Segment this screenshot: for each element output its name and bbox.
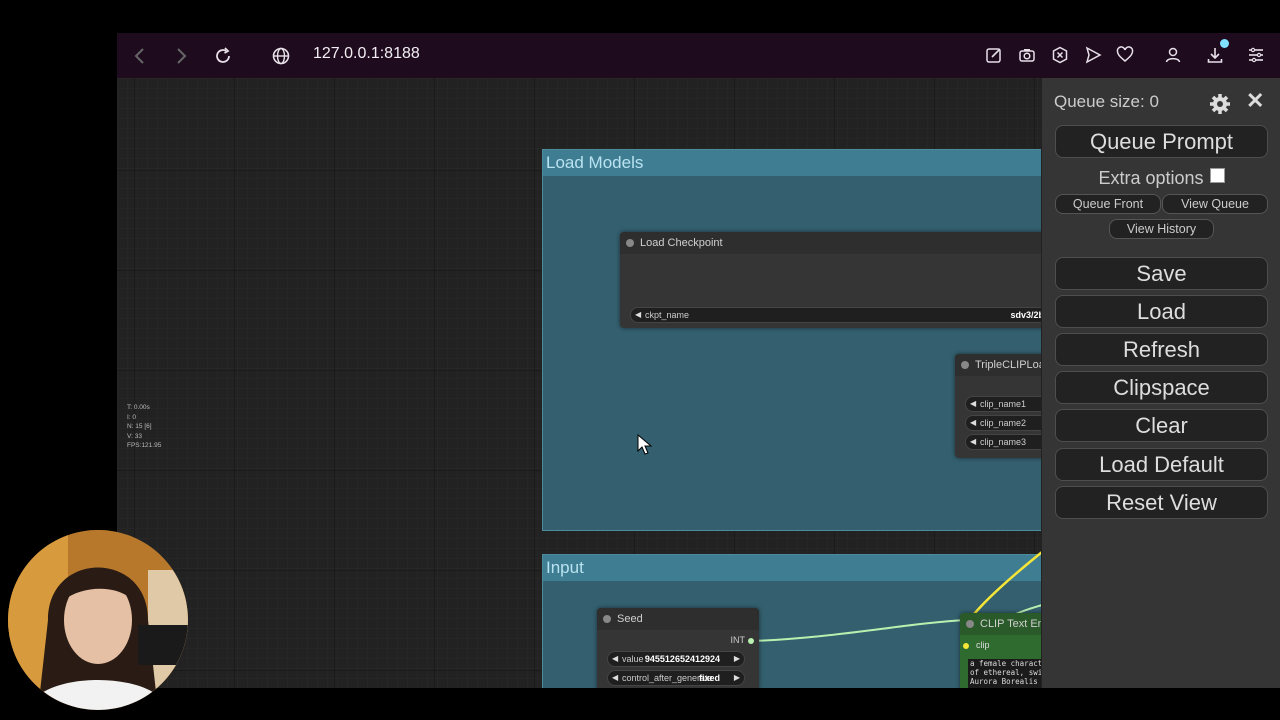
menu-icon[interactable] [1245,44,1267,66]
seed-value-widget[interactable]: ◀ value 945512652412924 ▶ [607,651,745,667]
mouse-cursor-icon [637,434,653,455]
stat-line: FPS:121.95 [127,442,162,449]
webcam-overlay [8,530,188,710]
reset-view-button[interactable]: Reset View [1055,486,1268,519]
node-seed[interactable]: Seed INT ◀ value 945512652412924 ▶ ◀ con… [597,608,759,688]
canvas-stats: T: 0.00s I: 0 N: 15 [6] V: 33 FPS:121.95 [127,403,161,451]
download-badge [1220,39,1229,48]
output-label: INT [730,635,746,645]
node-title[interactable]: CLIP Text En [960,613,1050,635]
comfy-menu: Queue size: 0 ✕ Queue Prompt Extra optio… [1041,78,1280,688]
collapse-dot[interactable] [966,620,974,628]
block-icon[interactable] [1049,44,1071,66]
address-bar[interactable]: 127.0.0.1:8188 [313,45,420,63]
increment-arrow-icon[interactable]: ▶ [734,652,740,666]
decrement-arrow-icon[interactable]: ◀ [970,397,976,411]
extra-options-checkbox[interactable] [1209,168,1225,183]
collapse-dot[interactable] [603,615,611,623]
prompt-textarea[interactable]: a female characte of ethereal, swir Auro… [968,659,1052,688]
node-title-text: Seed [617,613,643,625]
view-history-button[interactable]: View History [1109,219,1214,239]
stat-line: T: 0.00s [127,404,150,411]
widget-label: clip_name1 [980,399,1027,409]
browser-toolbar: 127.0.0.1:8188 [117,33,1280,78]
load-button[interactable]: Load [1055,295,1268,328]
extra-options-label: Extra options [1098,168,1204,188]
gear-icon[interactable] [1208,92,1232,116]
extra-options-row: Extra options [1042,168,1280,189]
view-queue-button[interactable]: View Queue [1162,194,1268,214]
collapse-dot[interactable] [626,239,634,247]
camera-icon[interactable] [1016,44,1038,66]
decrement-arrow-icon[interactable]: ◀ [612,652,618,666]
heart-icon[interactable] [1114,44,1136,66]
queue-size-label: Queue size: 0 [1054,92,1159,111]
load-default-button[interactable]: Load Default [1055,448,1268,481]
stat-line: I: 0 [127,413,137,421]
group-title[interactable]: Input [543,555,1061,581]
node-clip-text-encode[interactable]: CLIP Text En clip a female characte of e… [960,613,1052,688]
save-button[interactable]: Save [1055,257,1268,290]
decrement-arrow-icon[interactable]: ◀ [635,308,641,322]
decrement-arrow-icon[interactable]: ◀ [970,435,976,449]
globe-icon [268,43,294,69]
queue-prompt-button[interactable]: Queue Prompt [1055,125,1268,158]
decrement-arrow-icon[interactable]: ◀ [970,416,976,430]
reload-icon[interactable] [210,43,236,69]
group-load-models[interactable]: Load Models [542,149,1062,531]
widget-value: 945512652412924 [644,654,720,664]
widget-label: clip_name3 [980,437,1027,447]
node-title-text: TripleCLIPLoa [975,359,1045,371]
widget-label: ckpt_name [645,310,690,320]
back-icon[interactable] [127,43,153,69]
edit-icon[interactable] [983,44,1005,66]
profile-icon[interactable] [1162,44,1184,66]
send-icon[interactable] [1082,44,1104,66]
group-title[interactable]: Load Models [543,150,1061,176]
node-title-text: CLIP Text En [980,618,1044,630]
bottom-letterbox [0,688,1280,720]
presenter-video-image [8,530,188,710]
node-title-text: Load Checkpoint [640,237,723,249]
stat-line: N: 15 [6] [127,423,152,430]
node-title[interactable]: Seed [597,608,759,630]
refresh-button[interactable]: Refresh [1055,333,1268,366]
decrement-arrow-icon[interactable]: ◀ [612,671,618,685]
node-title[interactable]: Load Checkpoint [620,232,1060,254]
ckpt-name-widget[interactable]: ◀ ckpt_name sdv3/2b_10 [630,307,1062,323]
control-after-generate-widget[interactable]: ◀ control_after_generate fixed ▶ [607,670,745,686]
widget-label: clip_name2 [980,418,1027,428]
prompt-line: a female characte [970,659,1047,668]
input-slot[interactable] [963,643,969,649]
increment-arrow-icon[interactable]: ▶ [734,671,740,685]
input-label: clip [976,640,990,650]
clear-button[interactable]: Clear [1055,409,1268,442]
node-load-checkpoint[interactable]: Load Checkpoint ◀ ckpt_name sdv3/2b_10 [620,232,1062,328]
prompt-line: Aurora Borealis [970,677,1038,686]
prompt-line: of ethereal, swir [970,668,1047,677]
collapse-dot[interactable] [961,361,969,369]
close-icon[interactable]: ✕ [1246,88,1264,114]
clipspace-button[interactable]: Clipspace [1055,371,1268,404]
download-icon[interactable] [1204,39,1229,66]
output-slot[interactable] [748,638,754,644]
widget-value: fixed [698,673,720,683]
widget-label: value [622,654,644,664]
forward-icon[interactable] [168,43,194,69]
queue-front-button[interactable]: Queue Front [1055,194,1161,214]
stat-line: V: 33 [127,432,142,440]
